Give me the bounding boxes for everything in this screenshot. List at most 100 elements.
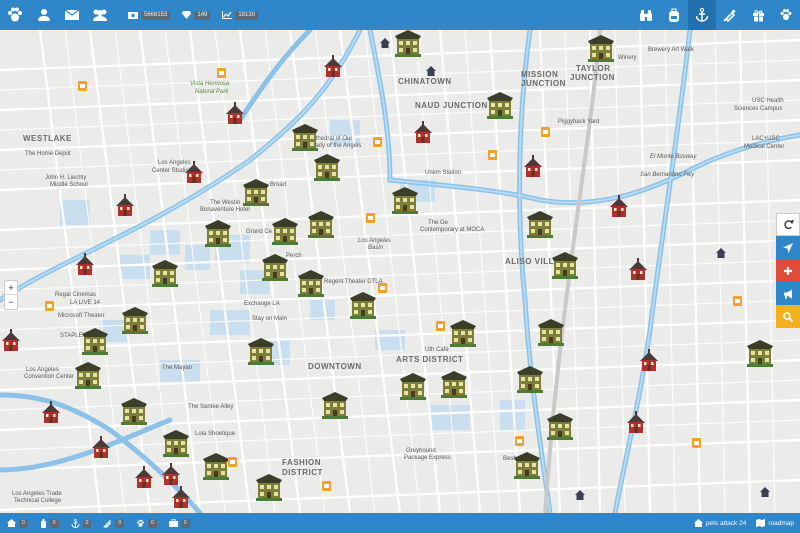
building-marker[interactable]: [75, 362, 101, 389]
item-tag-marker[interactable]: [366, 213, 375, 223]
poi-greyhound-2: Package Express: [404, 455, 451, 461]
building-marker[interactable]: [392, 187, 418, 214]
binoculars-icon[interactable]: [632, 0, 660, 30]
item-tag-marker[interactable]: [436, 321, 445, 331]
poi-exchange: Exchange LA: [244, 301, 280, 307]
house-marker[interactable]: [40, 400, 62, 424]
building-marker[interactable]: [292, 124, 318, 151]
refresh-button[interactable]: [776, 213, 800, 236]
envelope-icon[interactable]: [58, 0, 86, 30]
building-marker[interactable]: [538, 319, 564, 346]
building-marker[interactable]: [256, 474, 282, 501]
item-tag-marker[interactable]: [541, 127, 550, 137]
syringe-icon[interactable]: [716, 0, 744, 30]
poi-westin-2: Bonaventure Hotel: [200, 207, 250, 213]
building-marker[interactable]: [121, 398, 147, 425]
announce-button[interactable]: [776, 282, 800, 305]
building-marker[interactable]: [152, 260, 178, 287]
building-marker[interactable]: [122, 307, 148, 334]
item-tag-marker[interactable]: [692, 438, 701, 448]
house-marker[interactable]: [627, 257, 649, 281]
backpack-icon[interactable]: [660, 0, 688, 30]
building-marker[interactable]: [163, 430, 189, 457]
building-marker[interactable]: [487, 92, 513, 119]
building-marker[interactable]: [395, 30, 421, 57]
building-marker[interactable]: [350, 292, 376, 319]
house-marker[interactable]: [74, 252, 96, 276]
building-marker[interactable]: [552, 252, 578, 279]
item-tag-marker[interactable]: [488, 150, 497, 160]
poi-liechty: John H. Liechty: [45, 175, 87, 181]
item-tag-marker[interactable]: [373, 137, 382, 147]
refresh-icon: [783, 219, 794, 229]
building-marker[interactable]: [514, 452, 540, 479]
building-marker[interactable]: [243, 179, 269, 206]
building-marker[interactable]: [588, 35, 614, 62]
roadmap-link[interactable]: roadmap: [756, 519, 794, 527]
paw-logo-icon[interactable]: [0, 0, 30, 30]
building-marker[interactable]: [322, 392, 348, 419]
house-marker[interactable]: [133, 465, 155, 489]
add-button[interactable]: [776, 259, 800, 282]
search-button[interactable]: [776, 305, 800, 328]
building-marker[interactable]: [517, 366, 543, 393]
building-marker[interactable]: [450, 320, 476, 347]
small-house-marker[interactable]: [575, 490, 585, 500]
poi-microsoft: Microsoft Theater: [58, 313, 105, 319]
small-house-marker[interactable]: [426, 66, 436, 76]
building-marker[interactable]: [400, 373, 426, 400]
house-marker[interactable]: [170, 485, 192, 509]
city-map[interactable]: CHINATOWN MISSION JUNCTION TAYLOR JUNCTI…: [0, 30, 800, 513]
house-marker[interactable]: [608, 194, 630, 218]
building-marker[interactable]: [441, 371, 467, 398]
item-tag-marker[interactable]: [228, 457, 237, 467]
house-marker[interactable]: [522, 154, 544, 178]
money-stat: 5668153: [128, 10, 171, 20]
house-marker[interactable]: [412, 120, 434, 144]
building-marker[interactable]: [298, 270, 324, 297]
group-icon[interactable]: [86, 0, 114, 30]
house-marker[interactable]: [183, 160, 205, 184]
map-icon: [756, 519, 766, 527]
house-marker[interactable]: [114, 193, 136, 217]
anchor-icon[interactable]: [688, 0, 716, 30]
locate-button[interactable]: [776, 236, 800, 259]
gift-icon[interactable]: [744, 0, 772, 30]
anchor-icon: [71, 518, 80, 528]
poi-usc: USC Health: [752, 98, 784, 104]
item-tag-marker[interactable]: [378, 283, 387, 293]
house-marker[interactable]: [90, 435, 112, 459]
item-tag-marker[interactable]: [515, 436, 524, 446]
small-house-marker[interactable]: [760, 487, 770, 497]
house-marker[interactable]: [224, 101, 246, 125]
zoom-out-button[interactable]: −: [5, 295, 17, 309]
building-marker[interactable]: [308, 211, 334, 238]
building-marker[interactable]: [527, 211, 553, 238]
building-marker[interactable]: [82, 328, 108, 355]
house-marker[interactable]: [625, 410, 647, 434]
small-house-marker[interactable]: [380, 38, 390, 48]
item-tag-marker[interactable]: [78, 81, 87, 91]
building-marker[interactable]: [248, 338, 274, 365]
item-tag-marker[interactable]: [322, 481, 331, 491]
building-marker[interactable]: [547, 413, 573, 440]
house-marker[interactable]: [0, 328, 22, 352]
item-tag-marker[interactable]: [217, 68, 226, 78]
building-marker[interactable]: [203, 453, 229, 480]
house-marker[interactable]: [638, 348, 660, 372]
house-marker[interactable]: [160, 462, 182, 486]
item-tag-marker[interactable]: [733, 296, 742, 306]
building-marker[interactable]: [205, 220, 231, 247]
building-marker[interactable]: [272, 218, 298, 245]
zoom-in-button[interactable]: +: [5, 281, 17, 295]
pets-attack-link[interactable]: pets attack 24: [693, 519, 746, 527]
building-marker[interactable]: [262, 254, 288, 281]
building-marker[interactable]: [747, 340, 773, 367]
poi-lac: LAC+USC: [752, 136, 780, 142]
house-marker[interactable]: [322, 54, 344, 78]
building-marker[interactable]: [314, 154, 340, 181]
small-house-marker[interactable]: [716, 248, 726, 258]
user-icon[interactable]: [30, 0, 58, 30]
paw-icon[interactable]: [772, 0, 800, 30]
item-tag-marker[interactable]: [45, 301, 54, 311]
